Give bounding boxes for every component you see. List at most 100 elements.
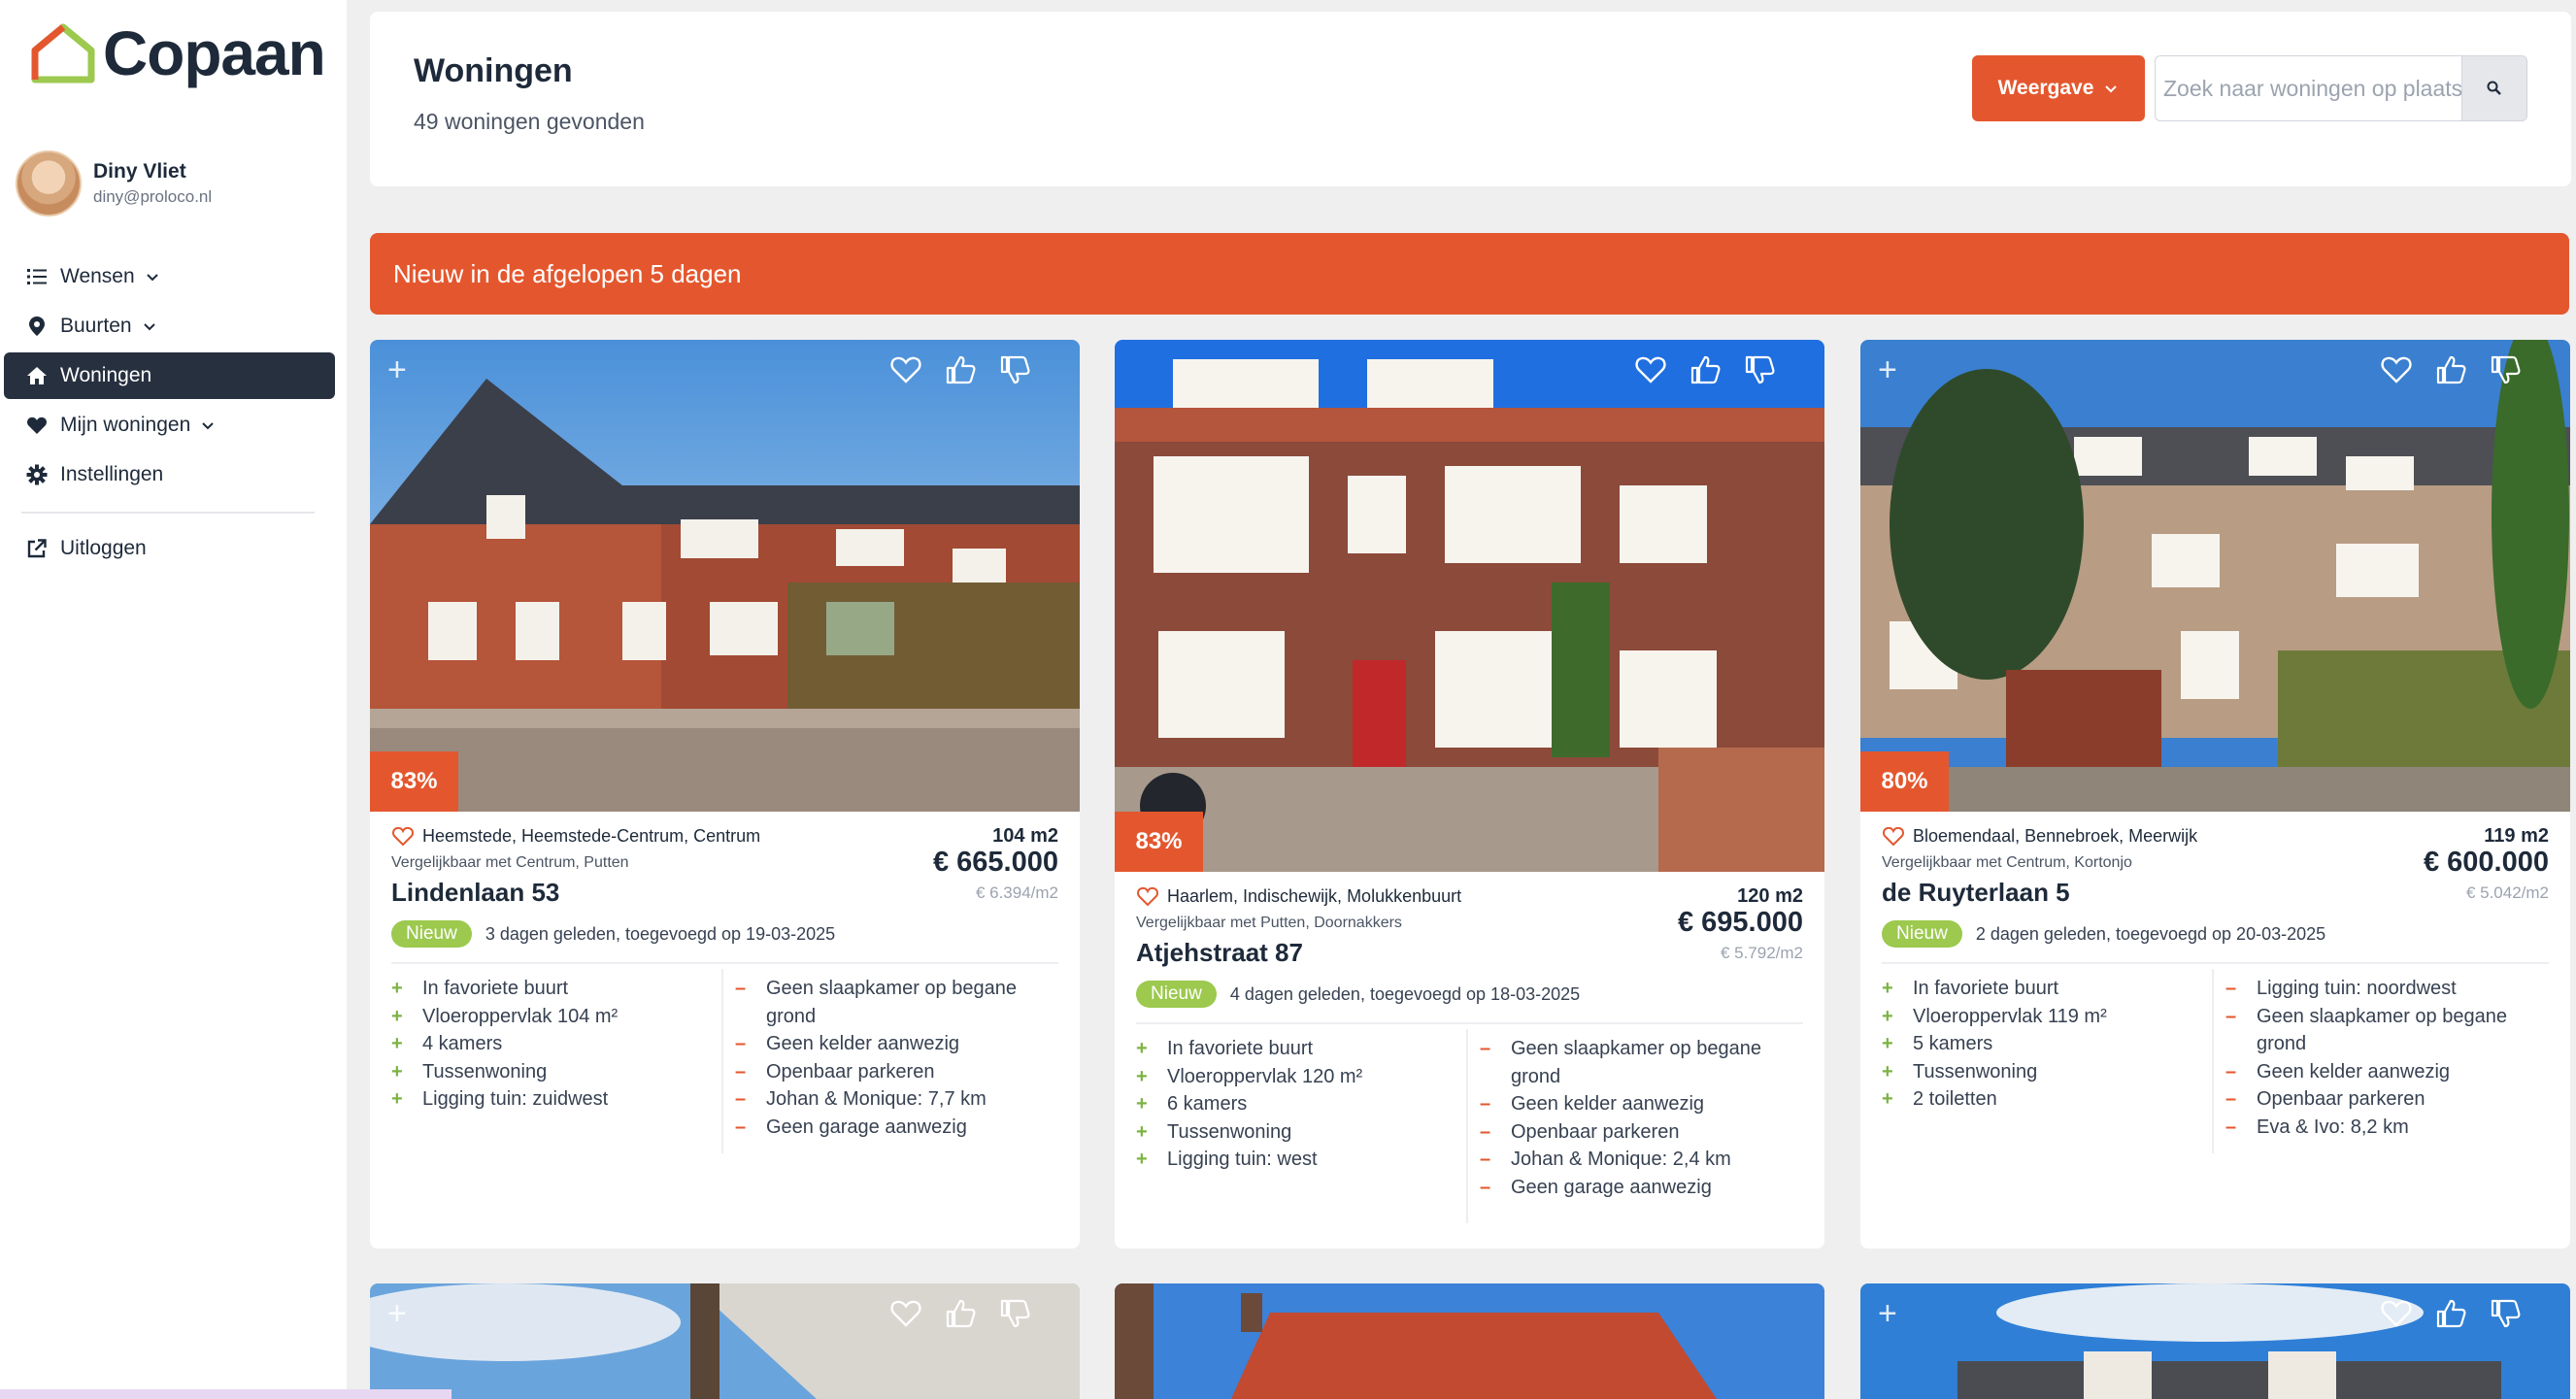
status-badge: Nieuw <box>391 920 472 948</box>
favorite-heart-button[interactable] <box>2380 353 2413 391</box>
listing-photo[interactable] <box>370 340 1080 812</box>
heart-outline-icon <box>2381 356 2412 383</box>
thumbs-down-icon <box>2491 1299 2521 1328</box>
thumbs-up-button[interactable] <box>1689 353 1722 391</box>
plus-icon: + <box>1882 978 1893 999</box>
thumbs-up-button[interactable] <box>944 1297 977 1335</box>
heart-outline-icon <box>2381 1300 2412 1327</box>
heart-outline-icon <box>1635 356 1666 383</box>
con-item: – Johan & Monique: 2,4 km <box>1480 1146 1810 1174</box>
search-button[interactable] <box>2461 55 2527 121</box>
listing-card[interactable]: + 83% Haarlem, Indischewijk, Molukkenbuu… <box>1115 340 1824 1249</box>
logo[interactable]: Copaan <box>29 17 326 89</box>
con-item: – Openbaar parkeren <box>2225 1085 2556 1114</box>
added-row: Nieuw 3 dagen geleden, toegevoegd op 19-… <box>391 920 835 948</box>
listing-card[interactable]: + <box>1860 1283 2570 1399</box>
added-date: 3 dagen geleden, toegevoegd op 19-03-202… <box>485 923 836 944</box>
house-logo-icon <box>31 23 95 83</box>
thumbs-up-icon <box>2436 1299 2466 1328</box>
add-compare-button[interactable]: + <box>1878 353 1897 386</box>
thumbs-down-icon <box>1745 355 1775 384</box>
added-date: 2 dagen geleden, toegevoegd op 20-03-202… <box>1975 923 2326 944</box>
page-title: Woningen <box>414 52 573 89</box>
plus-icon: + <box>1882 1088 1893 1110</box>
thumbs-down-button[interactable] <box>2489 1297 2522 1335</box>
nav-item-uitloggen[interactable]: Uitloggen <box>4 525 335 572</box>
neighbourhood-row: Haarlem, Indischewijk, Molukkenbuurt <box>1136 885 1461 907</box>
thumbs-down-icon <box>1000 355 1030 384</box>
user-profile[interactable]: Diny Vliet diny@proloco.nl <box>16 150 212 217</box>
plus-icon: + <box>1136 1149 1148 1170</box>
thumbs-up-icon <box>946 1299 976 1328</box>
nav-label: Mijn woningen <box>60 414 191 436</box>
nav-divider <box>21 512 315 514</box>
view-dropdown-button[interactable]: Weergave <box>1972 55 2145 121</box>
listing-card[interactable]: + 80% Bloemendaal, Bennebroek, Meerwijk … <box>1860 340 2570 1249</box>
search-input[interactable] <box>2155 55 2461 121</box>
listing-address[interactable]: Lindenlaan 53 <box>391 878 559 908</box>
pro-item: + Tussenwoning <box>1882 1058 2202 1086</box>
thumbs-down-button[interactable] <box>998 1297 1031 1335</box>
cons-list: – Geen slaapkamer op begane grond – Geen k… <box>1480 1035 1810 1201</box>
con-item: – Geen garage aanwezig <box>1480 1174 1810 1202</box>
status-strip <box>0 1389 452 1399</box>
column-divider <box>721 969 723 1153</box>
plus-icon: + <box>391 1033 403 1054</box>
add-compare-button[interactable]: + <box>387 353 407 386</box>
heart-outline-icon[interactable] <box>391 825 415 847</box>
plus-icon: + <box>1882 1005 1893 1027</box>
thumbs-down-button[interactable] <box>1743 353 1776 391</box>
price-per-m2: € 5.792/m2 <box>1720 944 1803 962</box>
minus-icon: – <box>1480 1149 1491 1170</box>
neighbourhood-names: Haarlem, Indischewijk, Molukkenbuurt <box>1167 885 1462 906</box>
column-divider <box>1466 1029 1468 1223</box>
heart-outline-icon[interactable] <box>1882 825 1905 847</box>
thumbs-down-button[interactable] <box>2489 353 2522 391</box>
thumbs-down-button[interactable] <box>998 353 1031 391</box>
con-item: – Geen slaapkamer op begane grond <box>735 975 1065 1030</box>
nav-item-instellingen[interactable]: Instellingen <box>4 451 335 498</box>
pro-item: +2 toiletten <box>1882 1085 2202 1114</box>
thumbs-up-button[interactable] <box>2434 353 2467 391</box>
plus-icon: + <box>1882 1033 1893 1054</box>
listing-card[interactable]: + 83% Heemstede, Heemstede-Centrum, Cent… <box>370 340 1080 1249</box>
favorite-heart-button[interactable] <box>1634 353 1667 391</box>
nav-item-buurten[interactable]: Buurten <box>4 303 335 350</box>
nav-item-woningen[interactable]: Woningen <box>4 352 335 399</box>
pros-list: + In favoriete buurt + Vloeroppervlak 119 … <box>1882 975 2202 1114</box>
plus-icon: + <box>1136 1038 1148 1059</box>
nav-label: Uitloggen <box>60 537 147 559</box>
listing-address[interactable]: de Ruyterlaan 5 <box>1882 878 2070 908</box>
thumbs-up-button[interactable] <box>944 353 977 391</box>
thumbs-down-icon <box>2491 355 2521 384</box>
listing-photo[interactable] <box>1115 1283 1824 1399</box>
user-email: diny@proloco.nl <box>93 187 213 206</box>
nav-item-mijn-woningen[interactable]: Mijn woningen <box>4 402 335 449</box>
listing-card[interactable] <box>1115 1283 1824 1399</box>
nav-item-wensen[interactable]: Wensen <box>4 253 335 300</box>
minus-icon: – <box>1480 1176 1491 1198</box>
add-compare-button[interactable]: + <box>387 1297 407 1330</box>
match-percentage-badge: 83% <box>370 751 458 812</box>
heart-outline-icon[interactable] <box>1136 885 1159 907</box>
plus-icon: + <box>1136 1065 1148 1087</box>
con-item: – Eva & Ivo: 8,2 km <box>2225 1114 2556 1142</box>
favorite-heart-button[interactable] <box>889 353 922 391</box>
heart-outline-icon <box>890 356 921 383</box>
thumbs-up-button[interactable] <box>2434 1297 2467 1335</box>
listing-area: 120 m2 <box>1737 885 1803 907</box>
add-compare-button[interactable]: + <box>1878 1297 1897 1330</box>
pro-item: + Tussenwoning <box>391 1058 712 1086</box>
listing-price: € 695.000 <box>1677 907 1803 938</box>
listing-card[interactable]: + <box>370 1283 1080 1399</box>
listing-photo[interactable] <box>1860 340 2570 812</box>
minus-icon: – <box>735 1060 747 1083</box>
nav-label: Wensen <box>60 265 135 287</box>
cons-list: – Geen slaapkamer op begane grond – Geen k… <box>735 975 1065 1141</box>
results-count: 49 woningen gevonden <box>414 109 645 134</box>
pro-item: +6 kamers <box>1136 1090 1456 1118</box>
listing-photo[interactable] <box>1115 340 1824 872</box>
favorite-heart-button[interactable] <box>2380 1297 2413 1335</box>
favorite-heart-button[interactable] <box>889 1297 922 1335</box>
listing-address[interactable]: Atjehstraat 87 <box>1136 938 1303 968</box>
